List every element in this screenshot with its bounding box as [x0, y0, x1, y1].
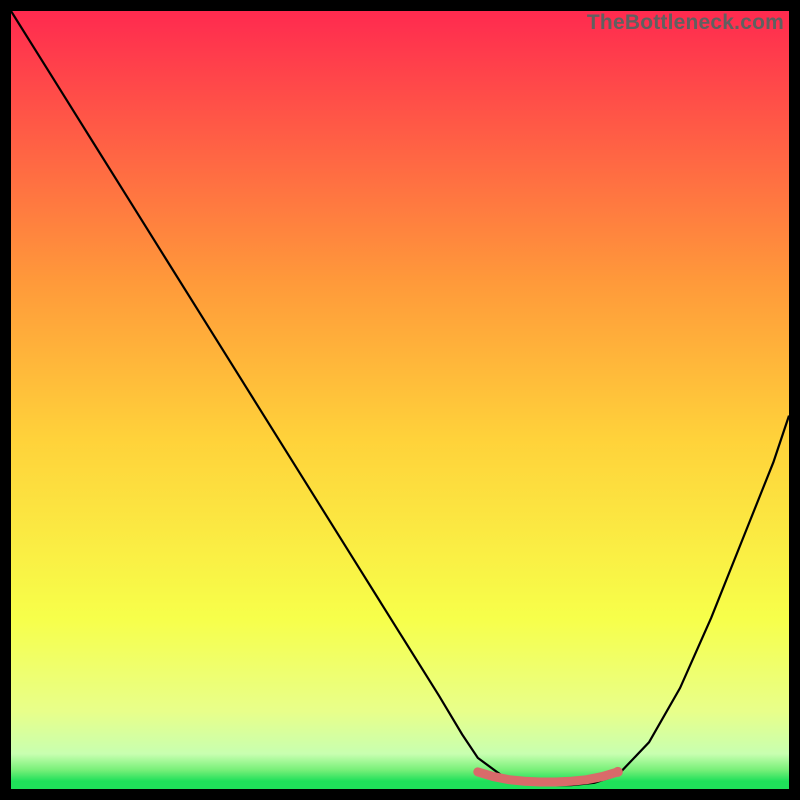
chart-frame: TheBottleneck.com	[11, 11, 789, 789]
watermark-label: TheBottleneck.com	[587, 11, 784, 35]
bottleneck-chart	[11, 11, 789, 789]
gradient-background	[11, 11, 789, 789]
optimal-range-end-dot	[613, 767, 623, 777]
